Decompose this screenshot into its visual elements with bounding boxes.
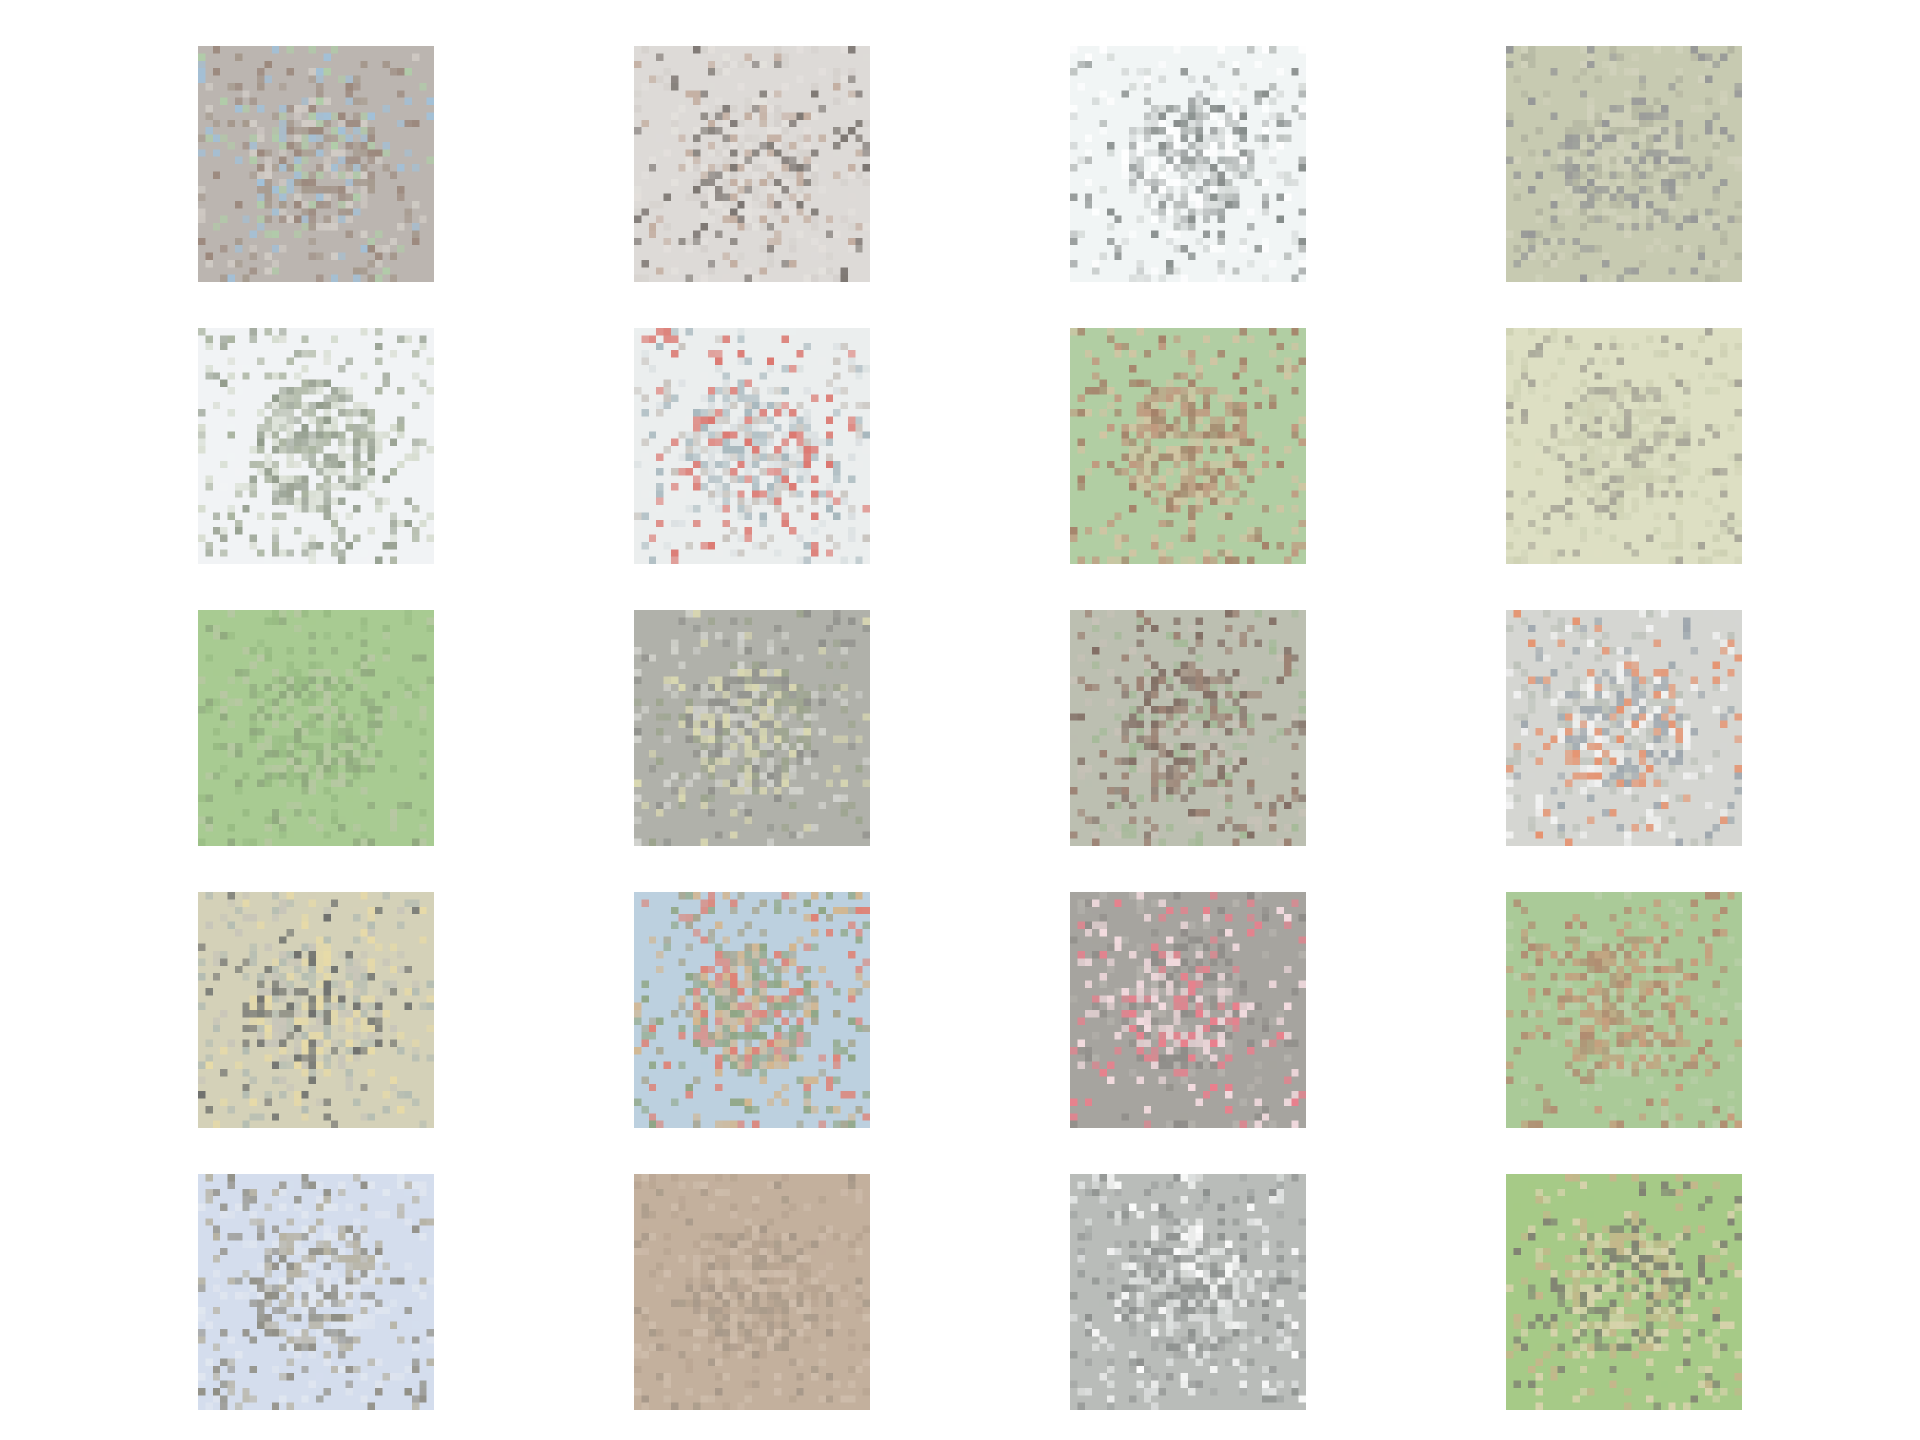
image-white-truck-orange [1506,610,1742,846]
image-dog-on-lawn [1506,892,1742,1128]
image-bird-red-dark-bg [1070,892,1306,1128]
pixel-image [1070,610,1306,846]
pixel-image [1070,328,1306,564]
image-bird-in-field [1506,328,1742,564]
pixel-image [1506,328,1742,564]
image-truck-machinery [634,610,870,846]
image-cat-on-grass [1506,46,1742,282]
image-grid [0,0,1920,1440]
pixel-image [1070,892,1306,1128]
pixel-image [634,892,870,1128]
image-cat-and-dog-indoors [198,46,434,282]
image-horse-brown-dark [1070,610,1306,846]
pixel-image [1070,46,1306,282]
image-deer-standing [634,46,870,282]
pixel-image [634,1174,870,1410]
pixel-image [634,46,870,282]
pixel-image [198,328,434,564]
pixel-image [198,610,434,846]
image-red-tractor-sky [634,892,870,1128]
pixel-image [1506,1174,1742,1410]
image-red-truck-snow [634,328,870,564]
image-bird-sky [198,1174,434,1410]
image-horse-standing-grass [1070,328,1306,564]
image-truck-gray-white [1070,46,1306,282]
pixel-image [1070,1174,1306,1410]
pixel-image [1506,46,1742,282]
pixel-image [634,610,870,846]
image-frog-on-white [198,328,434,564]
pixel-image [634,328,870,564]
pixel-image [1506,610,1742,846]
image-ship-gray-rocks [1070,1174,1306,1410]
pixel-image [198,892,434,1128]
image-yellow-truck [198,892,434,1128]
pixel-image [1506,892,1742,1128]
image-frog-in-foliage [198,610,434,846]
image-cat-in-box-grass [1506,1174,1742,1410]
image-deer-brown-bg [634,1174,870,1410]
pixel-image [198,46,434,282]
pixel-image [198,1174,434,1410]
